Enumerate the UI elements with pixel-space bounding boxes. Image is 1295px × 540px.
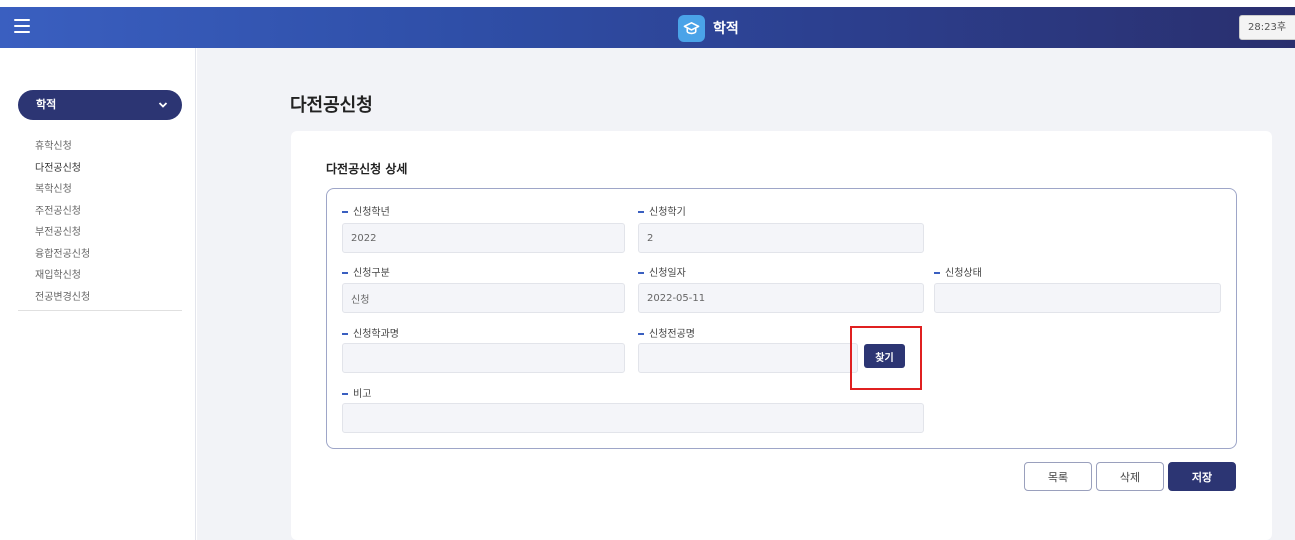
dept-field[interactable] [342, 343, 625, 373]
app-title: 학적 [713, 21, 739, 37]
session-timer: 28:23후 [1239, 15, 1295, 40]
semester-label: 신청학기 [638, 203, 686, 218]
sidebar-item-convergence-major[interactable]: 융합전공신청 [35, 244, 90, 266]
sidebar-item-readmission[interactable]: 재입학신청 [35, 265, 90, 287]
page-title: 다전공신청 [290, 95, 373, 116]
note-label: 비고 [342, 385, 371, 400]
sidebar-category-toggle[interactable]: 학적 [18, 90, 182, 120]
year-field[interactable] [342, 223, 625, 253]
hamburger-icon[interactable] [14, 19, 30, 35]
sidebar-menu: 휴학신청 다전공신청 복학신청 주전공신청 부전공신청 융합전공신청 재입학신청… [35, 136, 90, 308]
sidebar-item-return[interactable]: 복학신청 [35, 179, 90, 201]
app-brand: 학적 [678, 14, 739, 42]
sidebar-item-main-major[interactable]: 주전공신청 [35, 201, 90, 223]
major-label: 신청전공명 [638, 325, 695, 340]
status-field[interactable] [934, 283, 1221, 313]
sidebar: 학적 휴학신청 다전공신청 복학신청 주전공신청 부전공신청 융합전공신청 재입… [0, 48, 196, 540]
type-label: 신청구분 [342, 264, 390, 279]
dept-label: 신청학과명 [342, 325, 399, 340]
date-field[interactable] [638, 283, 924, 313]
sidebar-item-minor[interactable]: 부전공신청 [35, 222, 90, 244]
sidebar-divider [18, 310, 182, 311]
status-label: 신청상태 [934, 264, 982, 279]
top-bar: 학적 28:23후 [0, 7, 1295, 48]
graduation-cap-icon [678, 14, 705, 42]
save-button[interactable]: 저장 [1168, 462, 1236, 491]
semester-field[interactable] [638, 223, 924, 253]
sidebar-category-label: 학적 [36, 98, 57, 111]
major-field[interactable] [638, 343, 858, 373]
sidebar-item-multi-major[interactable]: 다전공신청 [35, 158, 90, 180]
sidebar-item-major-change[interactable]: 전공변경신청 [35, 287, 90, 309]
section-title: 다전공신청 상세 [326, 162, 408, 176]
find-major-button[interactable]: 찾기 [864, 344, 905, 368]
list-button[interactable]: 목록 [1024, 462, 1092, 491]
delete-button[interactable]: 삭제 [1096, 462, 1164, 491]
chevron-down-icon [158, 90, 168, 132]
type-field[interactable] [342, 283, 625, 313]
year-label: 신청학년 [342, 203, 390, 218]
date-label: 신청일자 [638, 264, 686, 279]
sidebar-item-leave[interactable]: 휴학신청 [35, 136, 90, 158]
note-field[interactable] [342, 403, 924, 433]
